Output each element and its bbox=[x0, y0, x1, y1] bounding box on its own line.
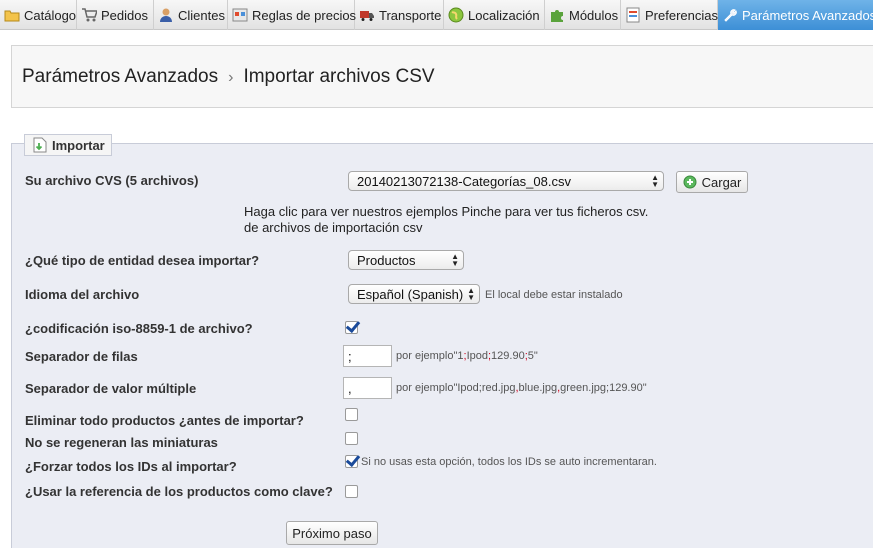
select-arrows-icon: ▲ ▼ bbox=[467, 286, 475, 302]
hint-part: green.jpg;129.90" bbox=[560, 382, 647, 394]
no-thumbnails-label: No se regeneran las miniaturas bbox=[25, 435, 218, 450]
page-header: Parámetros Avanzados › Importar archivos C… bbox=[11, 45, 873, 108]
truck-icon bbox=[360, 11, 374, 21]
select-arrows-icon: ▲ ▼ bbox=[451, 252, 459, 268]
tab-label: Módulos bbox=[569, 7, 619, 23]
upload-button-label: Cargar bbox=[701, 174, 742, 190]
tab-label: Pedidos bbox=[101, 7, 148, 23]
breadcrumb-parent[interactable]: Parámetros Avanzados bbox=[22, 66, 218, 87]
language-select-value: Español (Spanish) bbox=[357, 287, 464, 302]
price-rules-icon bbox=[232, 8, 248, 22]
tab-modulos[interactable]: Módulos bbox=[545, 0, 621, 30]
tab-reglas-de-precios[interactable]: Reglas de precios bbox=[228, 0, 357, 30]
row-separator-hint: por ejemplo"1;Ipod;129.90;5" bbox=[396, 350, 538, 362]
hint-part: 129.90 bbox=[491, 350, 525, 362]
entity-select[interactable]: Productos ▲ ▼ bbox=[348, 250, 464, 270]
multi-separator-hint: por ejemplo"Ipod;red.jpg,blue.jpg,green.… bbox=[396, 382, 647, 394]
next-step-button[interactable]: Próximo paso bbox=[286, 521, 378, 545]
panel-legend: Importar bbox=[24, 134, 112, 156]
language-label: Idioma del archivo bbox=[25, 287, 140, 302]
puzzle-icon bbox=[551, 10, 563, 22]
force-ids-checkbox[interactable] bbox=[345, 455, 358, 468]
hint-part: por ejemplo"Ipod;red.jpg bbox=[396, 382, 516, 394]
tab-label: Parámetros Avanzados bbox=[742, 7, 873, 23]
delete-products-label: Eliminar todo productos ¿antes de import… bbox=[25, 413, 304, 428]
page-title: Importar archivos CSV bbox=[243, 66, 435, 87]
entity-select-value: Productos bbox=[357, 253, 416, 268]
breadcrumb-separator: › bbox=[228, 69, 234, 86]
tab-catalogo[interactable]: Catálogo bbox=[0, 0, 77, 30]
hint-part: por ejemplo"1 bbox=[396, 350, 464, 362]
cart-icon bbox=[82, 8, 97, 22]
legend-label: Importar bbox=[52, 137, 105, 153]
upload-button[interactable]: Cargar bbox=[676, 171, 748, 193]
tab-label: Clientes bbox=[178, 7, 225, 23]
import-document-icon bbox=[33, 137, 47, 153]
hint-part: 5" bbox=[527, 350, 538, 362]
add-icon bbox=[683, 175, 697, 189]
next-step-button-label: Próximo paso bbox=[292, 525, 372, 541]
csv-examples-info[interactable]: Haga clic para ver nuestros ejemplos Pin… bbox=[244, 204, 648, 236]
entity-label: ¿Qué tipo de entidad desea importar? bbox=[25, 253, 260, 268]
tab-label: Reglas de precios bbox=[252, 7, 357, 23]
hint-part: Ipod bbox=[466, 350, 488, 362]
language-hint: El local debe estar instalado bbox=[485, 289, 623, 301]
multi-separator-input[interactable]: , bbox=[343, 377, 392, 399]
iso-encoding-checkbox[interactable] bbox=[345, 321, 358, 334]
user-icon bbox=[160, 8, 172, 22]
tab-transporte[interactable]: Transporte bbox=[355, 0, 444, 30]
tab-label: Catálogo bbox=[24, 7, 77, 23]
force-ids-hint: Si no usas esta opción, todos los IDs se… bbox=[361, 456, 657, 468]
tab-preferencias[interactable]: Preferencias bbox=[621, 0, 718, 30]
delete-products-checkbox[interactable] bbox=[345, 408, 358, 421]
file-label: Su archivo CVS (5 archivos) bbox=[25, 173, 199, 188]
iso-encoding-label: ¿codificación iso-8859-1 de archivo? bbox=[25, 321, 253, 336]
tab-parametros-avanzados[interactable]: Parámetros Avanzados bbox=[718, 0, 873, 30]
tab-localizacion[interactable]: Localización bbox=[444, 0, 545, 30]
preferences-icon bbox=[626, 7, 640, 23]
info-line-1: Haga clic para ver nuestros ejemplos Pin… bbox=[244, 204, 649, 219]
select-arrows-icon: ▲ ▼ bbox=[651, 173, 659, 189]
row-separator-label: Separador de filas bbox=[25, 349, 138, 364]
breadcrumb: Parámetros Avanzados › Importar archivos C… bbox=[22, 66, 435, 88]
folder-icon bbox=[4, 10, 20, 22]
hint-part: blue.jpg bbox=[518, 382, 558, 394]
wrench-icon bbox=[724, 9, 737, 22]
info-line-2: de archivos de importación csv bbox=[244, 220, 423, 235]
top-navigation-tabs: Catálogo Pedidos Clientes Reglas de prec… bbox=[0, 0, 873, 30]
tab-label: Transporte bbox=[379, 7, 442, 23]
file-select[interactable]: 20140213072138-Categorías_08.csv ▲ ▼ bbox=[348, 171, 664, 191]
globe-icon bbox=[448, 7, 464, 23]
tab-clientes[interactable]: Clientes bbox=[154, 0, 228, 30]
tab-pedidos[interactable]: Pedidos bbox=[77, 0, 154, 30]
force-ids-label: ¿Forzar todos los IDs al importar? bbox=[25, 459, 237, 474]
no-thumbnails-checkbox[interactable] bbox=[345, 432, 358, 445]
row-separator-input[interactable]: ; bbox=[343, 345, 392, 367]
reference-key-label: ¿Usar la referencia de los productos com… bbox=[25, 484, 333, 499]
tab-label: Localización bbox=[468, 7, 540, 23]
file-select-value: 20140213072138-Categorías_08.csv bbox=[357, 174, 571, 189]
language-select[interactable]: Español (Spanish) ▲ ▼ bbox=[348, 284, 480, 304]
reference-key-checkbox[interactable] bbox=[345, 485, 358, 498]
multi-separator-label: Separador de valor múltiple bbox=[25, 381, 197, 396]
tab-label: Preferencias bbox=[645, 7, 718, 23]
